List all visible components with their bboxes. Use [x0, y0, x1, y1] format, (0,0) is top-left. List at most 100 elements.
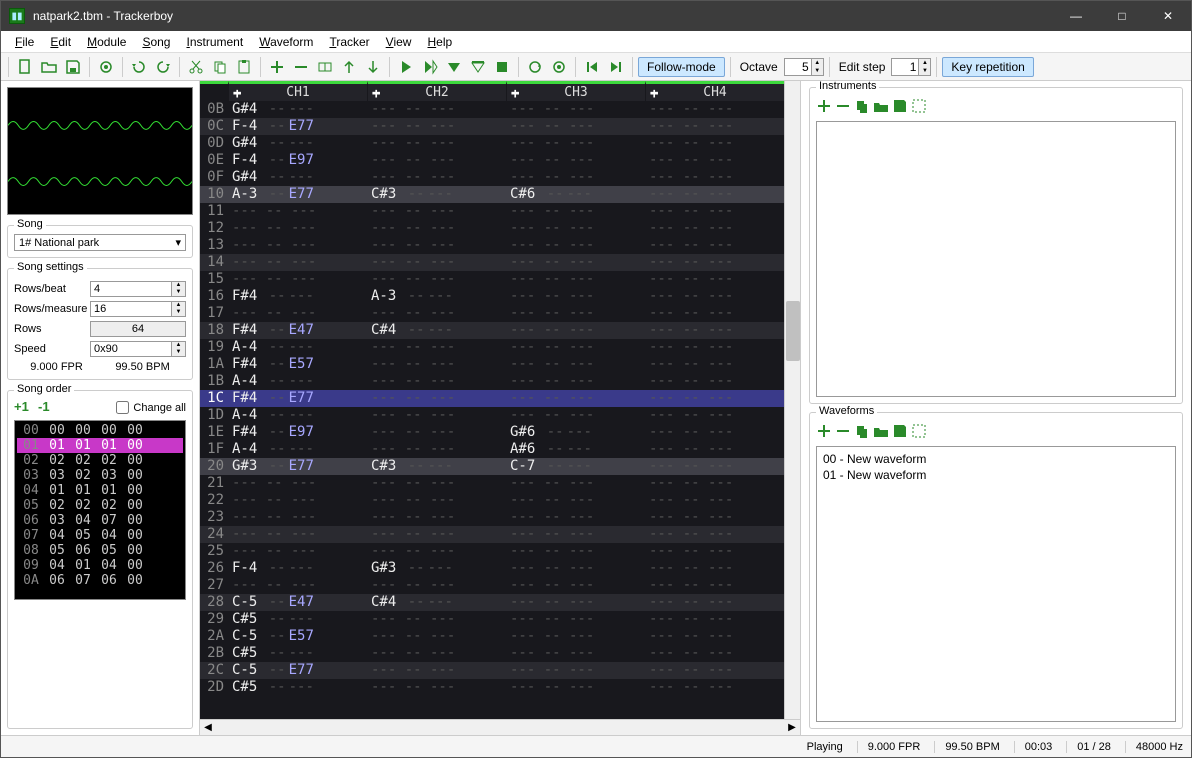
order-row[interactable]: 0904010400: [17, 558, 183, 573]
pattern-row[interactable]: 18F#4 -- E47C#4 -- ------ -- ------ -- -…: [200, 322, 784, 339]
pattern-row[interactable]: 17--- -- ------ -- ------ -- ------ -- -…: [200, 305, 784, 322]
config-button[interactable]: [95, 56, 117, 78]
pattern-row[interactable]: 13--- -- ------ -- ------ -- ------ -- -…: [200, 237, 784, 254]
order-row[interactable]: 0303020300: [17, 468, 183, 483]
pattern-row[interactable]: 14--- -- ------ -- ------ -- ------ -- -…: [200, 254, 784, 271]
pattern-row[interactable]: 28C-5 -- E47C#4 -- ------ -- ------ -- -…: [200, 594, 784, 611]
menu-instrument[interactable]: Instrument: [178, 33, 251, 51]
order-row[interactable]: 0202020200: [17, 453, 183, 468]
rows-button[interactable]: 64: [90, 321, 186, 337]
close-button[interactable]: ✕: [1145, 1, 1191, 31]
pattern-row[interactable]: 0EF-4 -- E97--- -- ------ -- ------ -- -…: [200, 152, 784, 169]
cut-button[interactable]: [185, 56, 207, 78]
loop-button[interactable]: [524, 56, 546, 78]
play-button[interactable]: [395, 56, 417, 78]
pattern-row[interactable]: 1AF#4 -- E57--- -- ------ -- ------ -- -…: [200, 356, 784, 373]
waveform-add-button[interactable]: [816, 423, 832, 442]
prev-pattern-button[interactable]: [581, 56, 603, 78]
instrument-add-button[interactable]: [816, 98, 832, 117]
pattern-row[interactable]: 1FA-4 -- ------ -- ---A#6 -- ------ -- -…: [200, 441, 784, 458]
ch2-remove-icon[interactable]: −: [372, 85, 380, 101]
play-row-button[interactable]: [443, 56, 465, 78]
paste-button[interactable]: [233, 56, 255, 78]
edit-step-spinner[interactable]: ▲▼: [891, 58, 931, 76]
order-row[interactable]: 0101010100: [17, 438, 183, 453]
order-row[interactable]: 0704050400: [17, 528, 183, 543]
undo-button[interactable]: [128, 56, 150, 78]
ch3-remove-icon[interactable]: −: [511, 85, 519, 101]
song-select[interactable]: 1# National park▾: [14, 234, 186, 251]
maximize-button[interactable]: □: [1099, 1, 1145, 31]
new-file-button[interactable]: [14, 56, 36, 78]
pattern-row[interactable]: 23--- -- ------ -- ------ -- ------ -- -…: [200, 509, 784, 526]
menu-waveform[interactable]: Waveform: [251, 33, 321, 51]
rows-per-beat-input[interactable]: ▲▼: [90, 281, 186, 297]
waveform-item[interactable]: 01 - New waveform: [821, 467, 1171, 483]
order-row[interactable]: 0000000000: [17, 423, 183, 438]
pattern-row[interactable]: 0CF-4 -- E77--- -- ------ -- ------ -- -…: [200, 118, 784, 135]
pattern-row[interactable]: 10A-3 -- E77C#3 -- ---C#6 -- ------ -- -…: [200, 186, 784, 203]
waveform-export-button[interactable]: [892, 423, 908, 442]
pattern-row[interactable]: 16F#4 -- ---A-3 -- ------ -- ------ -- -…: [200, 288, 784, 305]
ch1-header[interactable]: +CH1−: [228, 81, 367, 101]
waveform-import-button[interactable]: [873, 423, 889, 442]
stop-button[interactable]: [491, 56, 513, 78]
pattern-row[interactable]: 15--- -- ------ -- ------ -- ------ -- -…: [200, 271, 784, 288]
menu-view[interactable]: View: [378, 33, 420, 51]
copy-button[interactable]: [209, 56, 231, 78]
redo-button[interactable]: [152, 56, 174, 78]
change-all-checkbox[interactable]: [116, 401, 129, 414]
pattern-row[interactable]: 29C#5 -- ------ -- ------ -- ------ -- -…: [200, 611, 784, 628]
speed-input[interactable]: ▲▼: [90, 341, 186, 357]
pattern-rows[interactable]: 0BG#4 -- ------ -- ------ -- ------ -- -…: [200, 101, 784, 696]
menu-tracker[interactable]: Tracker: [321, 33, 377, 51]
waveform-item[interactable]: 00 - New waveform: [821, 451, 1171, 467]
order-table[interactable]: 0000000000010101010002020202000303020300…: [14, 420, 186, 600]
octave-spinner[interactable]: ▲▼: [784, 58, 824, 76]
pattern-row[interactable]: 1BA-4 -- ------ -- ------ -- ------ -- -…: [200, 373, 784, 390]
pattern-row[interactable]: 25--- -- ------ -- ------ -- ------ -- -…: [200, 543, 784, 560]
menu-file[interactable]: File: [7, 33, 42, 51]
order-increment-button[interactable]: +1: [14, 399, 34, 416]
add-button[interactable]: [266, 56, 288, 78]
follow-mode-toggle[interactable]: Follow-mode: [638, 57, 725, 77]
pattern-row[interactable]: 2CC-5 -- E77--- -- ------ -- ------ -- -…: [200, 662, 784, 679]
horizontal-scrollbar[interactable]: ◀▶: [200, 719, 800, 735]
pattern-row[interactable]: 1EF#4 -- E97--- -- ---G#6 -- ------ -- -…: [200, 424, 784, 441]
pattern-row[interactable]: 20G#3 -- E77C#3 -- ---C-7 -- ------ -- -…: [200, 458, 784, 475]
pattern-row[interactable]: 26F-4 -- ---G#3 -- ------ -- ------ -- -…: [200, 560, 784, 577]
move-up-button[interactable]: [338, 56, 360, 78]
instrument-remove-button[interactable]: [835, 98, 851, 117]
order-row[interactable]: 0805060500: [17, 543, 183, 558]
pattern-row[interactable]: 2BC#5 -- ------ -- ------ -- ------ -- -…: [200, 645, 784, 662]
waveform-remove-button[interactable]: [835, 423, 851, 442]
next-pattern-button[interactable]: [605, 56, 627, 78]
pattern-row[interactable]: 22--- -- ------ -- ------ -- ------ -- -…: [200, 492, 784, 509]
instrument-dup-button[interactable]: [854, 98, 870, 117]
ch2-header[interactable]: +CH2−: [367, 81, 506, 101]
pattern-row[interactable]: 0BG#4 -- ------ -- ------ -- ------ -- -…: [200, 101, 784, 118]
step-button[interactable]: [467, 56, 489, 78]
pattern-row[interactable]: 1CF#4 -- E77--- -- ------ -- ------ -- -…: [200, 390, 784, 407]
order-decrement-button[interactable]: -1: [38, 399, 58, 416]
ch4-remove-icon[interactable]: −: [650, 85, 658, 101]
minimize-button[interactable]: ―: [1053, 1, 1099, 31]
menu-module[interactable]: Module: [79, 33, 134, 51]
pattern-row[interactable]: 27--- -- ------ -- ------ -- ------ -- -…: [200, 577, 784, 594]
duplicate-button[interactable]: [314, 56, 336, 78]
open-file-button[interactable]: [38, 56, 60, 78]
instrument-edit-button[interactable]: [911, 98, 927, 117]
pattern-row[interactable]: 19A-4 -- ------ -- ------ -- ------ -- -…: [200, 339, 784, 356]
ch1-remove-icon[interactable]: −: [233, 85, 241, 101]
order-row[interactable]: 0A06070600: [17, 573, 183, 588]
rows-per-measure-input[interactable]: ▲▼: [90, 301, 186, 317]
key-repetition-toggle[interactable]: Key repetition: [942, 57, 1033, 77]
order-row[interactable]: 0401010100: [17, 483, 183, 498]
pattern-row[interactable]: 2DC#5 -- ------ -- ------ -- ------ -- -…: [200, 679, 784, 696]
waveform-list[interactable]: 00 - New waveform01 - New waveform: [816, 446, 1176, 722]
pattern-row[interactable]: 12--- -- ------ -- ------ -- ------ -- -…: [200, 220, 784, 237]
play-start-button[interactable]: [419, 56, 441, 78]
pattern-row[interactable]: 11--- -- ------ -- ------ -- ------ -- -…: [200, 203, 784, 220]
move-down-button[interactable]: [362, 56, 384, 78]
save-file-button[interactable]: [62, 56, 84, 78]
